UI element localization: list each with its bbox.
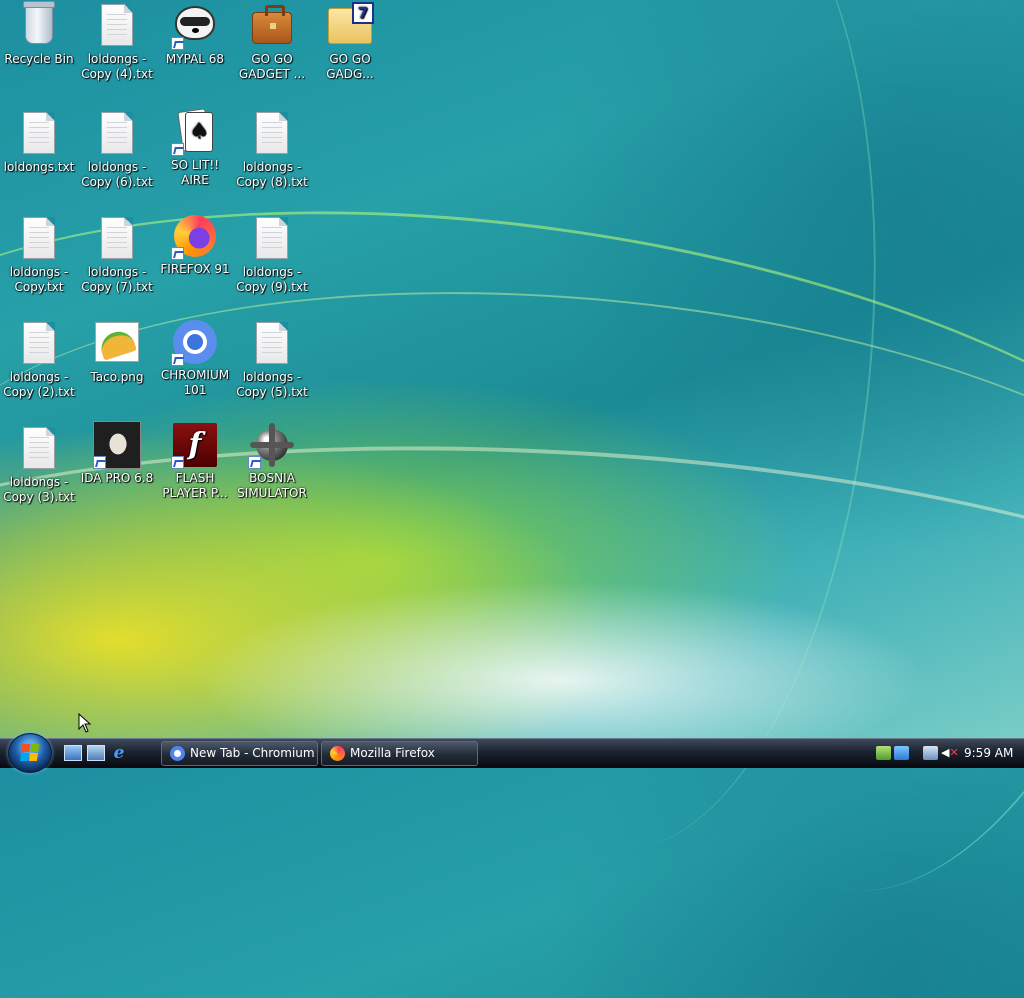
desktop-icon-label: MYPAL 68 bbox=[165, 52, 225, 66]
desktop-icon-taco-png[interactable]: Taco.png bbox=[78, 320, 156, 385]
desktop-icon-label: BOSNIA SIMULATOR bbox=[237, 471, 307, 500]
shortcut-arrow-icon bbox=[171, 37, 184, 50]
desktop-icon-loldongs-copy[interactable]: loldongs - Copy.txt bbox=[0, 215, 78, 295]
desktop-icon-mypal[interactable]: MYPAL 68 bbox=[156, 2, 234, 67]
desktop-icon-chromium[interactable]: CHROMIUM 101 bbox=[156, 318, 234, 398]
desktop-icon-loldongs-copy-2[interactable]: loldongs - Copy (2).txt bbox=[0, 320, 78, 400]
text-file-icon bbox=[23, 112, 55, 154]
desktop-icon-label: CHROMIUM 101 bbox=[160, 368, 230, 397]
spade-card-icon: ♠ bbox=[185, 112, 213, 152]
desktop-icon-label: loldongs - Copy (2).txt bbox=[3, 370, 75, 399]
tray-app-icon[interactable] bbox=[894, 746, 909, 760]
switch-windows-icon[interactable] bbox=[87, 745, 105, 761]
desktop-icon-label: GO GO GADG... bbox=[326, 52, 374, 81]
mypal-raccoon-icon bbox=[175, 6, 215, 40]
wallpaper-swoosh bbox=[591, 0, 1024, 941]
desktop-icon-label: Recycle Bin bbox=[4, 52, 74, 66]
desktop-icon-label: loldongs - Copy (3).txt bbox=[3, 475, 75, 504]
desktop-icon-label: loldongs - Copy.txt bbox=[9, 265, 69, 294]
desktop-icon-label: loldongs - Copy (9).txt bbox=[236, 265, 308, 294]
shortcut-arrow-icon bbox=[171, 143, 184, 156]
text-file-icon bbox=[23, 217, 55, 259]
desktop-icon-flash-player[interactable]: f FLASH PLAYER P... bbox=[156, 421, 234, 501]
shortcut-arrow-icon bbox=[171, 353, 184, 366]
desktop-icon-label: loldongs - Copy (4).txt bbox=[81, 52, 153, 81]
desktop-icon-recycle-bin[interactable]: Recycle Bin bbox=[0, 1, 78, 67]
seven-badge-icon: 7 bbox=[352, 2, 374, 24]
desktop-icon-label: loldongs - Copy (5).txt bbox=[236, 370, 308, 399]
desktop-icon-go-go-gadget[interactable]: GO GO GADGET ... bbox=[233, 2, 311, 82]
internet-explorer-icon[interactable]: e bbox=[110, 745, 128, 762]
desktop-icon-loldongs-copy-9[interactable]: loldongs - Copy (9).txt bbox=[233, 215, 311, 295]
desktop-icon-bosnia-simulator[interactable]: BOSNIA SIMULATOR bbox=[233, 421, 311, 501]
wallpaper-swoosh bbox=[0, 405, 1024, 998]
desktop-icon-ida-pro[interactable]: IDA PRO 6.8 bbox=[78, 421, 156, 486]
desktop-icon-solitaire[interactable]: ♠ SO LIT!! AIRE bbox=[156, 108, 234, 188]
text-file-icon bbox=[256, 217, 288, 259]
tray-app-icon[interactable] bbox=[876, 746, 891, 760]
text-file-icon bbox=[256, 322, 288, 364]
show-desktop-icon[interactable] bbox=[64, 745, 82, 761]
chromium-icon bbox=[170, 746, 185, 761]
text-file-icon bbox=[23, 322, 55, 364]
briefcase-icon bbox=[252, 5, 292, 44]
clock[interactable]: 9:59 AM bbox=[964, 741, 1013, 766]
taskbar-button-firefox[interactable]: Mozilla Firefox bbox=[321, 741, 478, 766]
taskbar-button-label: New Tab - Chromium bbox=[190, 746, 315, 760]
desktop-icon-loldongs-copy-5[interactable]: loldongs - Copy (5).txt bbox=[233, 320, 311, 400]
desktop-icon-loldongs-txt[interactable]: loldongs.txt bbox=[0, 110, 78, 175]
desktop-icon-label: Taco.png bbox=[90, 370, 144, 384]
desktop-icon-loldongs-copy-7[interactable]: loldongs - Copy (7).txt bbox=[78, 215, 156, 295]
system-tray: ◀✕ 9:59 AM bbox=[868, 741, 1024, 766]
recycle-bin-icon bbox=[23, 1, 55, 44]
shortcut-arrow-icon bbox=[93, 456, 106, 469]
desktop-icon-loldongs-copy-6[interactable]: loldongs - Copy (6).txt bbox=[78, 110, 156, 190]
taco-image-icon bbox=[95, 322, 139, 362]
windows-logo-icon bbox=[19, 744, 41, 762]
start-button[interactable] bbox=[8, 733, 52, 773]
text-file-icon bbox=[101, 4, 133, 46]
desktop-icon-label: SO LIT!! AIRE bbox=[170, 158, 220, 187]
wallpaper-swoosh bbox=[407, 0, 915, 867]
desktop-icon-label: loldongs.txt bbox=[3, 160, 75, 174]
desktop-icon-label: loldongs - Copy (8).txt bbox=[236, 160, 308, 189]
shortcut-arrow-icon bbox=[171, 247, 184, 260]
desktop-icon-firefox[interactable]: FIREFOX 91 bbox=[156, 212, 234, 277]
desktop-icon-label: loldongs - Copy (7).txt bbox=[81, 265, 153, 294]
desktop-icon-loldongs-copy-8[interactable]: loldongs - Copy (8).txt bbox=[233, 110, 311, 190]
text-file-icon bbox=[256, 112, 288, 154]
taskbar: e New Tab - Chromium Mozilla Firefox ◀✕ … bbox=[0, 733, 1024, 773]
desktop-icon-label: loldongs - Copy (6).txt bbox=[81, 160, 153, 189]
taskbar-button-chromium[interactable]: New Tab - Chromium bbox=[161, 741, 318, 766]
desktop-icon-label: FLASH PLAYER P... bbox=[162, 471, 228, 500]
desktop-icon-label: GO GO GADGET ... bbox=[238, 52, 306, 81]
text-file-icon bbox=[101, 217, 133, 259]
volume-muted-icon[interactable]: ◀✕ bbox=[941, 746, 959, 760]
shortcut-arrow-icon bbox=[171, 456, 184, 469]
taskbar-button-label: Mozilla Firefox bbox=[350, 746, 435, 760]
desktop-icon-loldongs-copy-4[interactable]: loldongs - Copy (4).txt bbox=[78, 2, 156, 82]
desktop-icon-go-go-gadg-folder[interactable]: 7 GO GO GADG... bbox=[311, 2, 389, 82]
network-icon[interactable] bbox=[923, 746, 938, 760]
text-file-icon bbox=[101, 112, 133, 154]
text-file-icon bbox=[23, 427, 55, 469]
firefox-icon bbox=[330, 746, 345, 761]
desktop-icon-label: IDA PRO 6.8 bbox=[80, 471, 154, 485]
shortcut-arrow-icon bbox=[248, 456, 261, 469]
desktop-icon-loldongs-copy-3[interactable]: loldongs - Copy (3).txt bbox=[0, 425, 78, 505]
desktop-icon-label: FIREFOX 91 bbox=[160, 262, 230, 276]
